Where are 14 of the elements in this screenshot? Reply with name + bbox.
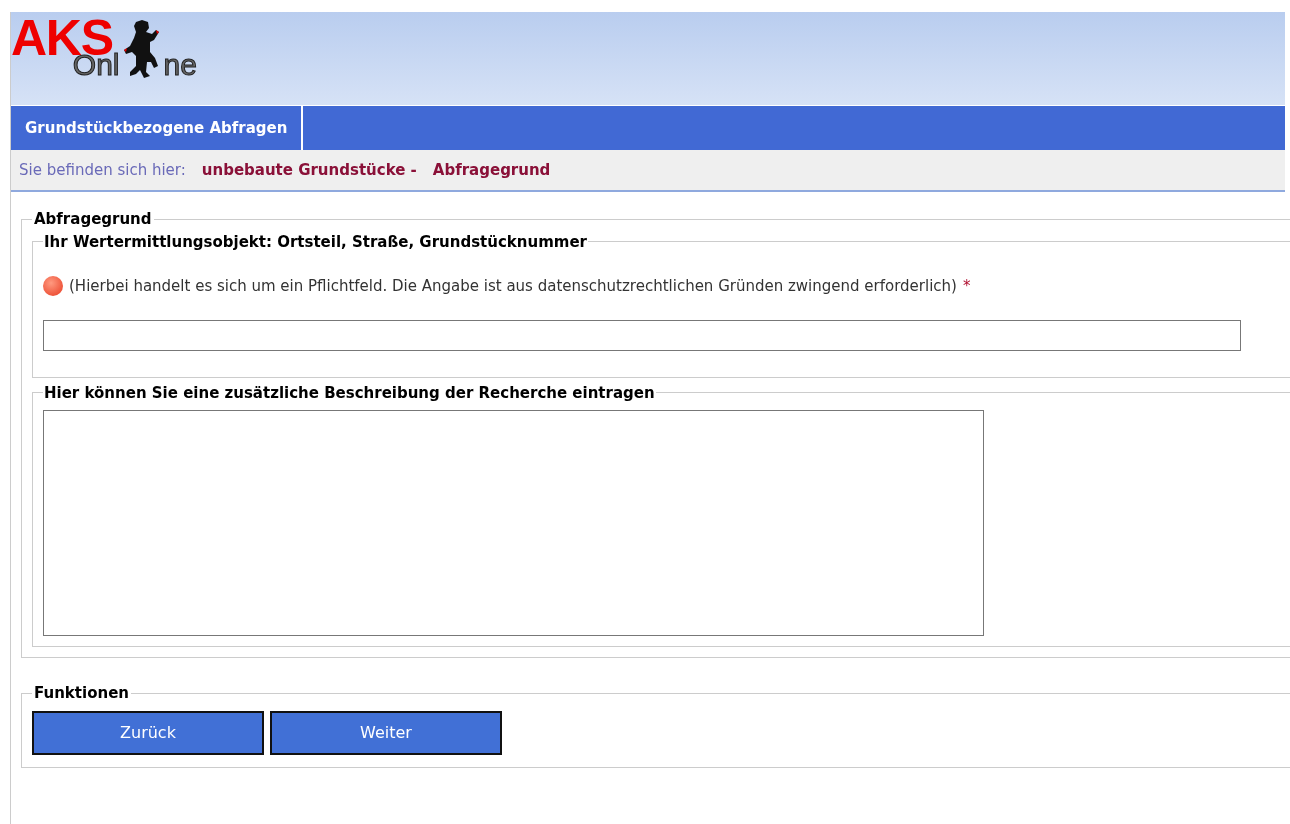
breadcrumb-label: Sie befinden sich hier: (19, 159, 186, 181)
fieldset-legend: Abfragegrund (32, 208, 154, 231)
required-hint: (Hierbei handelt es sich um ein Pflichtfeld. Die Angabe ist aus datenschutzrechtlichen Gründen zwingend erforderlich) (69, 276, 957, 297)
nav-button[interactable]: Zurück (32, 710, 264, 755)
nav-button[interactable]: Weiter (270, 710, 502, 755)
fieldset-legend: Ihr Wertermittlungsobjekt: Ortsteil, Straße, Grundstücknummer (43, 230, 588, 253)
fieldset-legend: Funktionen (32, 682, 131, 705)
bear-icon (121, 18, 162, 80)
object-input-field[interactable] (43, 319, 1241, 351)
breadcrumb-link[interactable]: Abfragegrund (432, 158, 551, 182)
logo-text: ne (163, 50, 197, 80)
fieldset-legend: Hier können Sie eine zusätzliche Beschreibung der Recherche eintragen (43, 381, 656, 404)
breadcrumb-link[interactable]: unbebaute Grundstücke - (201, 158, 417, 182)
required-mark: * (962, 276, 971, 297)
